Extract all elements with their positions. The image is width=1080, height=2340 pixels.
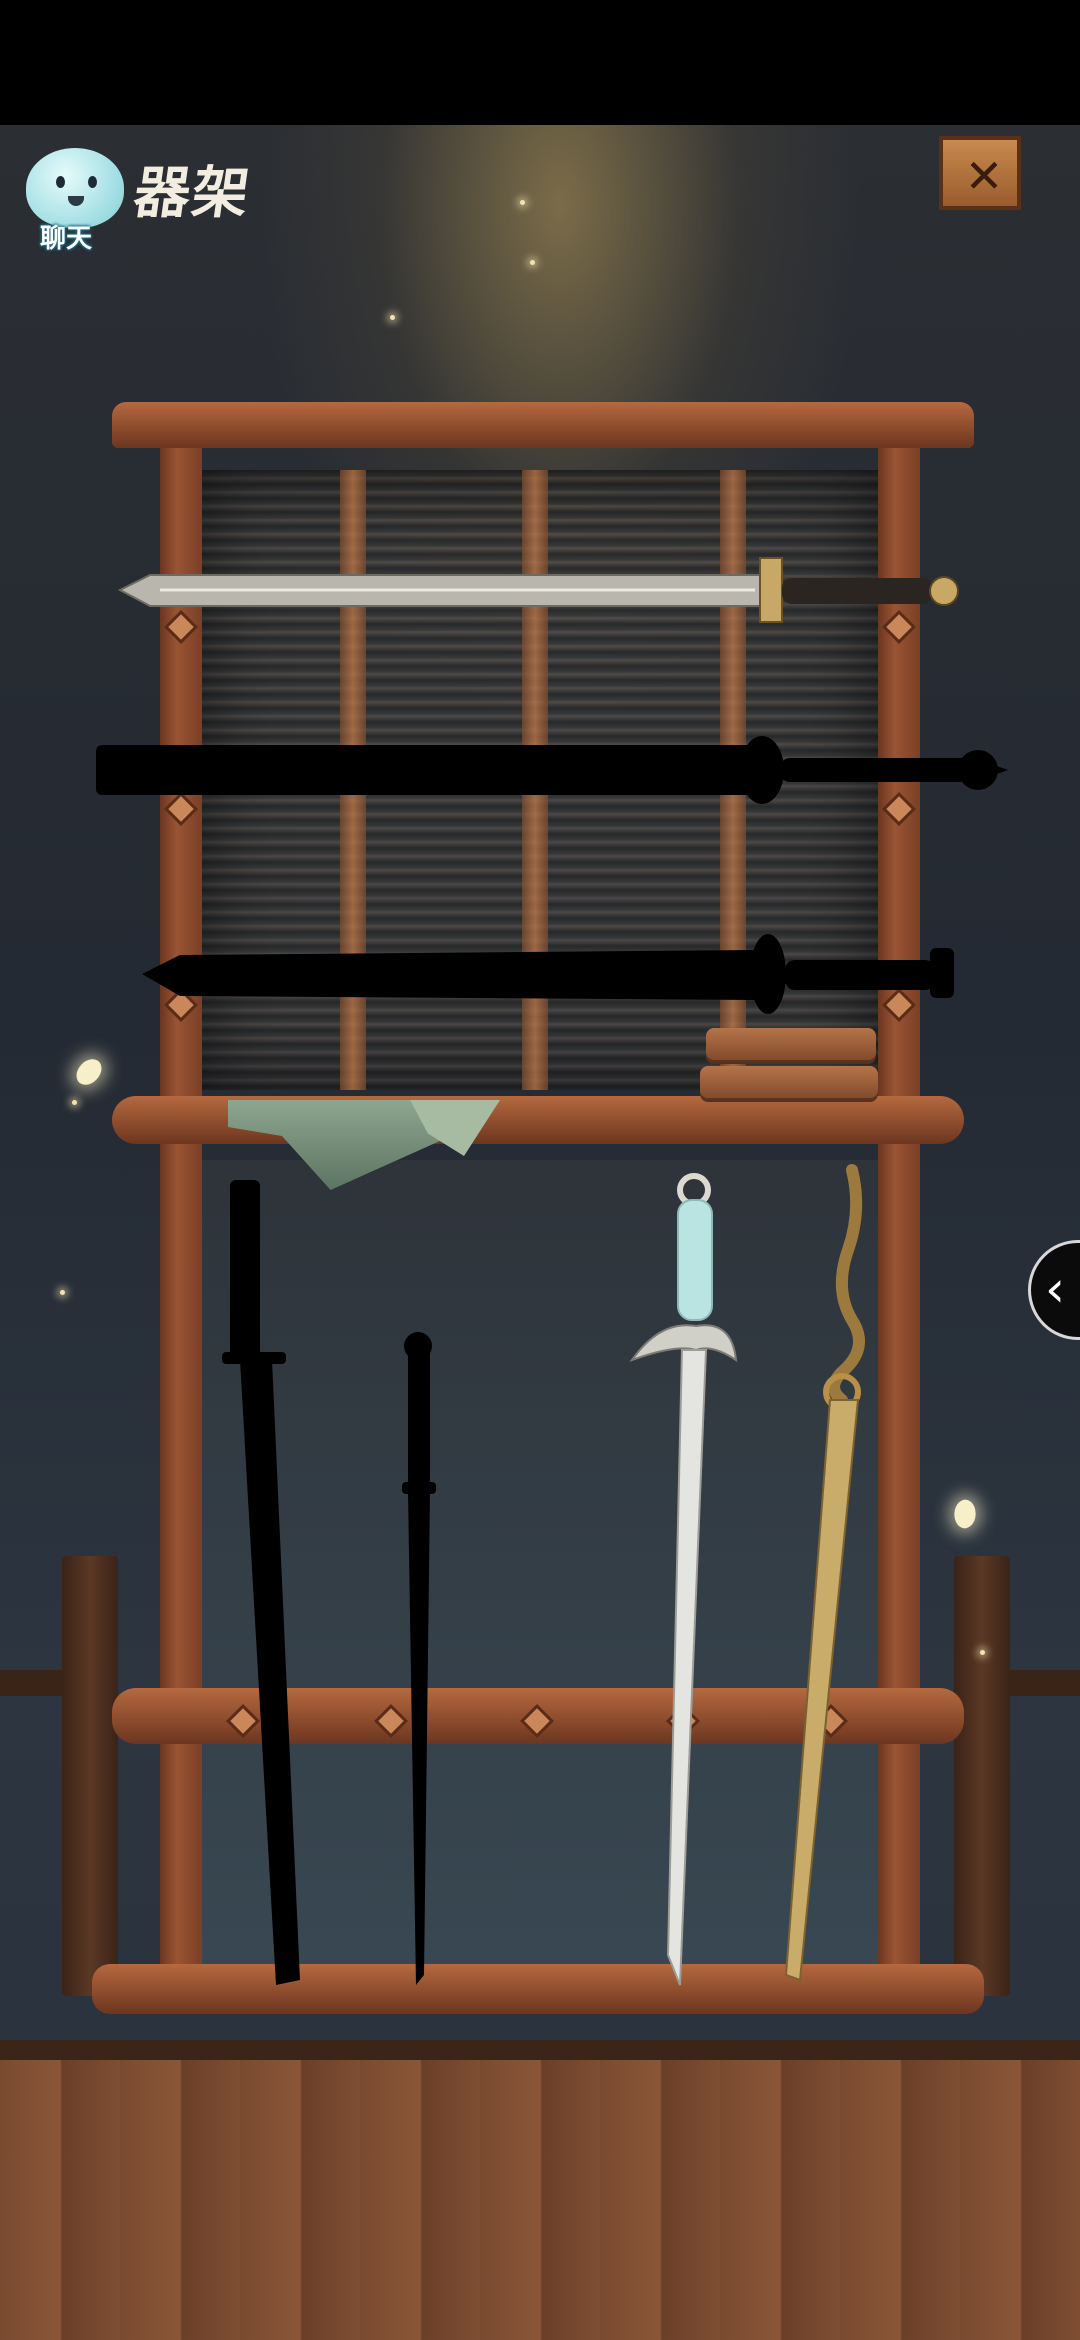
lantern-frame: ✕ — [939, 136, 1021, 210]
mascot-mouth — [68, 196, 84, 206]
sword-white-jade[interactable] — [629, 1173, 738, 1986]
sword-silhouette-saber[interactable] — [96, 736, 1008, 804]
mascot-eye — [88, 176, 97, 188]
sword-revealed-jian[interactable] — [117, 557, 959, 623]
sword-silhouette-long-saber[interactable] — [222, 1180, 300, 1985]
close-button[interactable]: ✕ — [935, 130, 1025, 214]
chevron-left-icon: ‹ — [1045, 1260, 1065, 1318]
sword-golden-serpent[interactable] — [784, 1164, 865, 1982]
chat-button[interactable]: 聊天 — [20, 148, 130, 256]
sword-silhouette-sword[interactable] — [142, 934, 954, 1014]
page-title: 器架 — [129, 160, 256, 226]
weapon-rack-screen: 聊天 器架 ✕ ‹ — [0, 0, 1080, 2340]
chat-mascot-icon — [26, 148, 124, 228]
sword-silhouette-thin-sword[interactable] — [402, 1332, 436, 1985]
chat-label: 聊天 — [40, 224, 93, 254]
mascot-eye — [56, 176, 65, 188]
close-icon: ✕ — [964, 149, 1004, 203]
weapons-layer — [96, 557, 1008, 1986]
